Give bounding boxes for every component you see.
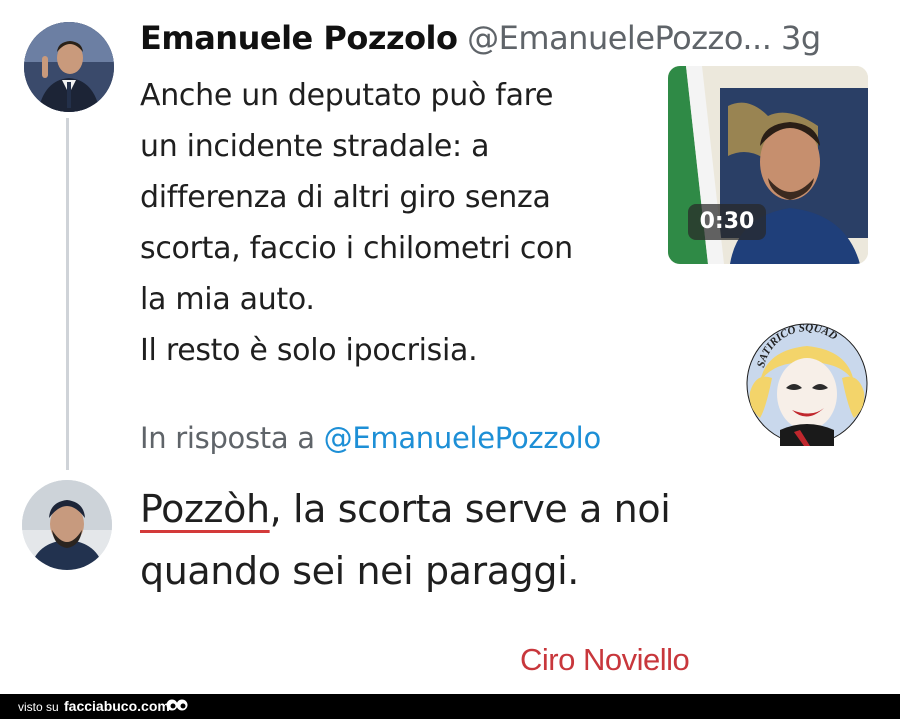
tweet-header: Emanuele Pozzolo @EmanuelePozzo... 3g (140, 18, 821, 58)
reply-context-label: In risposta a (140, 421, 315, 455)
reply-text-line: Pozzòh, la scorta serve a noi (140, 478, 671, 540)
tweet-text-line: un incidente stradale: a (140, 129, 490, 164)
reply-underlined-word: Pozzòh (140, 487, 270, 531)
tweet-text-line: Il resto è solo ipocrisia. (140, 333, 478, 368)
reply-mention-link[interactable]: @EmanuelePozzolo (324, 421, 602, 455)
satirico-squad-logo: SATIRICO SQUAD (746, 322, 868, 446)
thread-connector-line (66, 118, 69, 470)
reply-author-avatar[interactable] (22, 480, 112, 570)
reply-avatar-image (22, 480, 112, 570)
signature: Ciro Noviello (520, 642, 690, 677)
tweet-text-line: Anche un deputato può fare (140, 78, 554, 113)
footer-bar: visto su facciabuco.com (0, 694, 900, 719)
reply-text: Pozzòh, la scorta serve a noi quando sei… (140, 478, 671, 602)
tweet-text-line: la mia auto. (140, 282, 315, 317)
tweet-text-line: differenza di altri giro senza (140, 180, 551, 215)
eyes-icon (166, 699, 188, 711)
author-handle[interactable]: @EmanuelePozzo... (467, 19, 772, 57)
reply-text-segment: , la scorta serve a noi (269, 487, 671, 531)
author-avatar[interactable] (24, 22, 114, 112)
tweet-text-line: scorta, faccio i chilometri con (140, 231, 573, 266)
author-avatar-image (24, 22, 114, 112)
tweet-text: Anche un deputato può fare un incidente … (140, 70, 660, 376)
video-duration-badge: 0:30 (688, 204, 766, 240)
reply-text-line: quando sei nei paraggi. (140, 549, 579, 593)
reply-context: In risposta a @EmanuelePozzolo (140, 418, 601, 458)
footer-site-link[interactable]: facciabuco.com (64, 697, 170, 715)
tweet-timestamp[interactable]: 3g (781, 19, 821, 57)
author-name[interactable]: Emanuele Pozzolo (140, 19, 458, 57)
footer-prefix: visto su (18, 700, 59, 714)
